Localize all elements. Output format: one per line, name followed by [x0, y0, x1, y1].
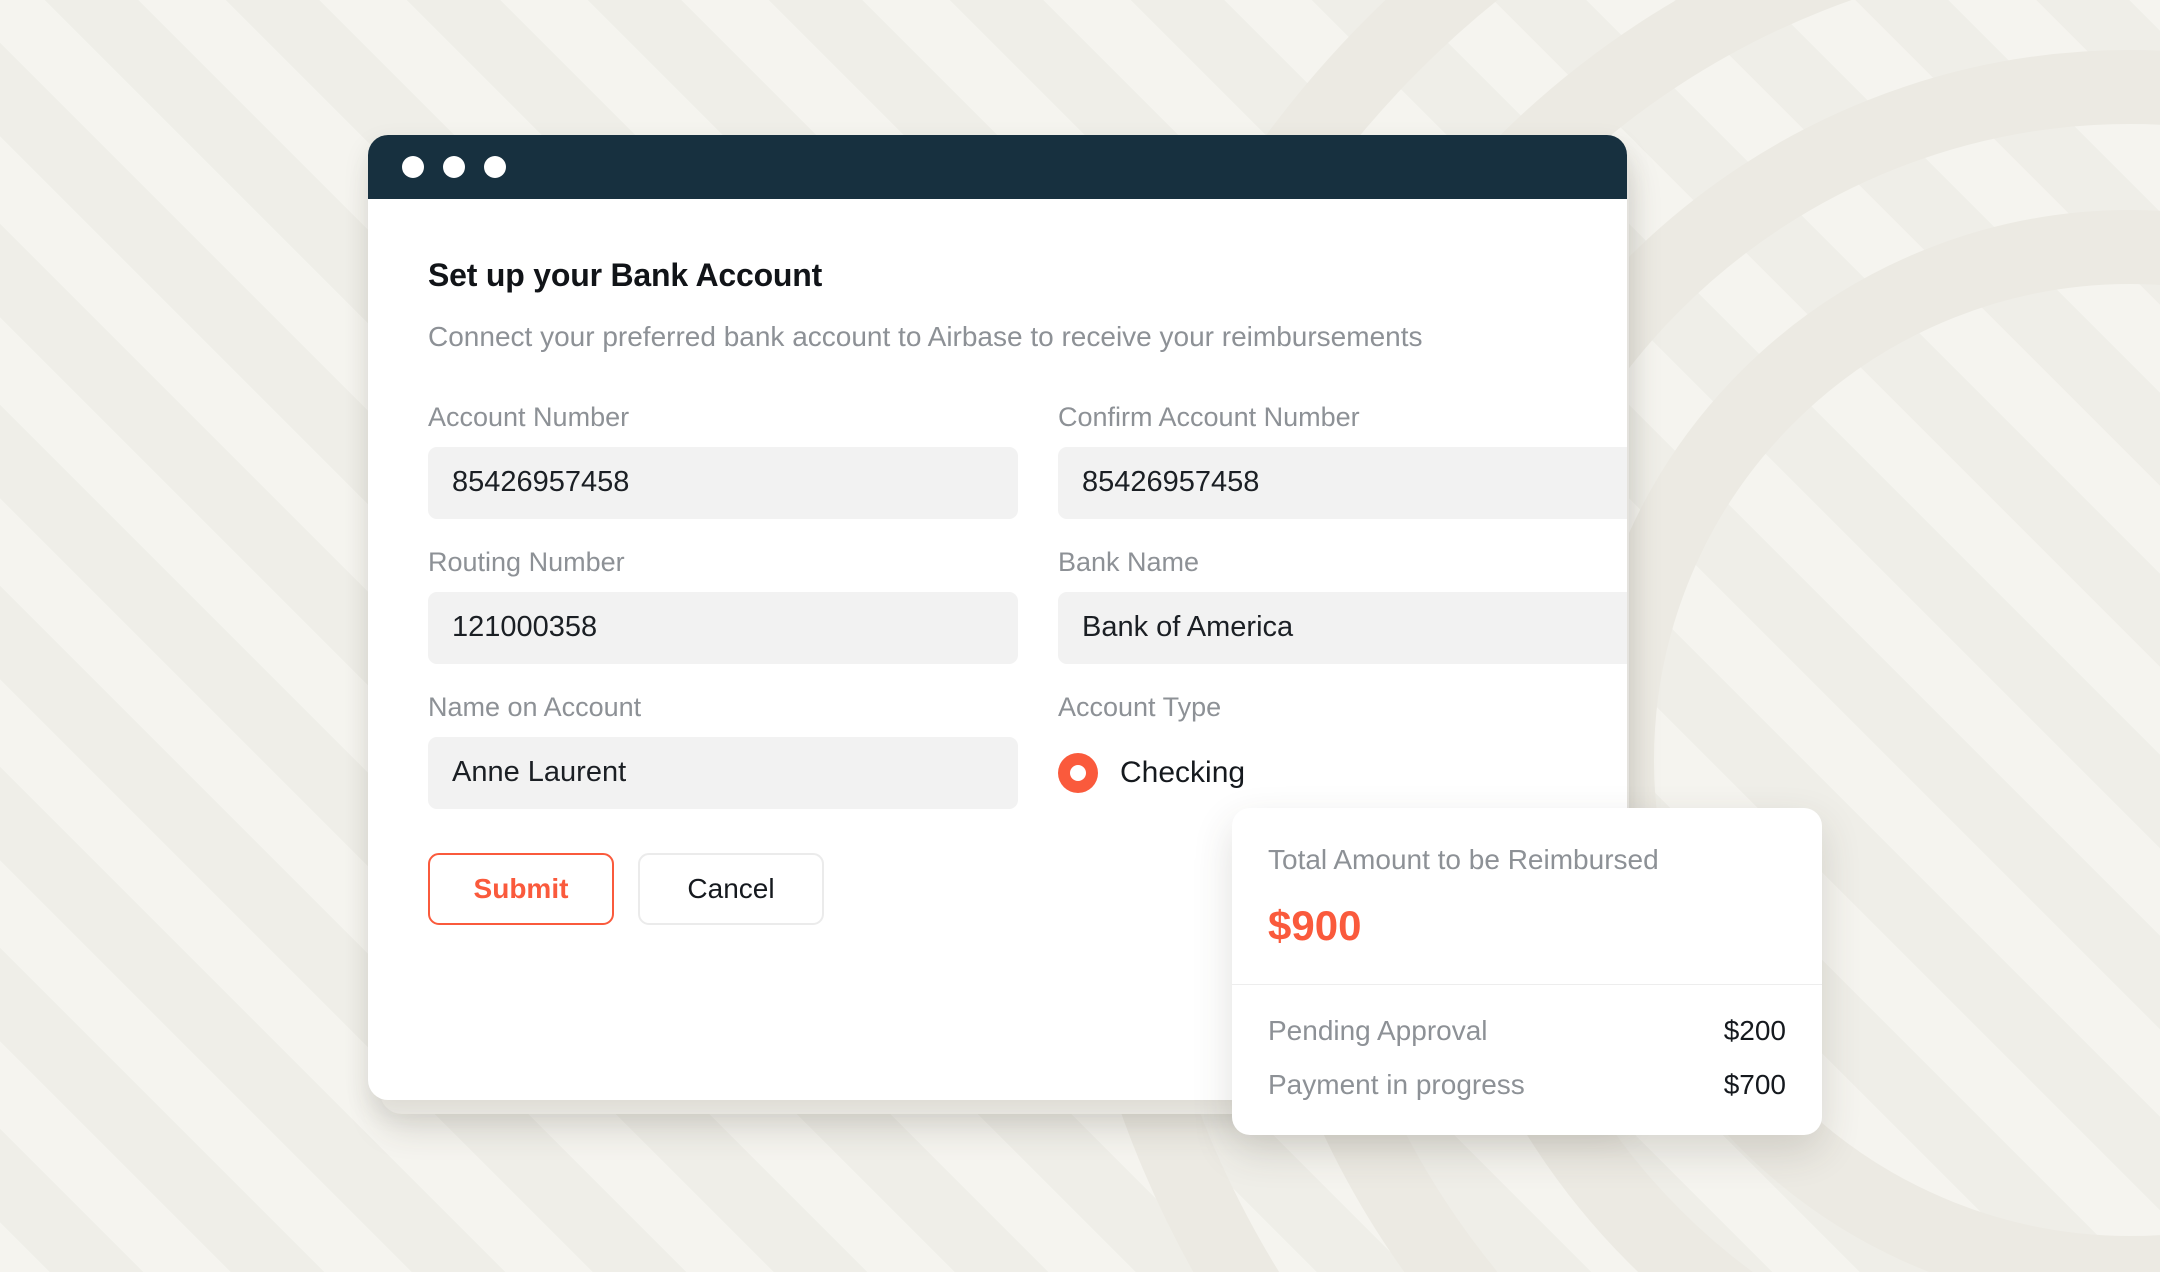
- window-titlebar: [368, 135, 1627, 199]
- pending-approval-value: $200: [1723, 1015, 1786, 1046]
- confirm-account-number-input[interactable]: [1058, 446, 1627, 519]
- radio-selected-icon[interactable]: [1058, 752, 1098, 793]
- reimbursement-caption: Total Amount to be Reimbursed: [1268, 844, 1659, 875]
- field-routing-number: Routing Number: [428, 547, 1018, 664]
- account-type-label: Account Type: [1058, 691, 1222, 722]
- payment-in-progress-value: $700: [1723, 1069, 1786, 1100]
- account-number-label: Account Number: [428, 401, 630, 432]
- reimbursement-breakdown: Pending Approval $200 Payment in progres…: [1232, 985, 1822, 1135]
- field-account-number: Account Number: [428, 402, 1018, 519]
- field-bank-name: Bank Name: [1058, 547, 1627, 664]
- page-subtitle: Connect your preferred bank account to A…: [428, 321, 1423, 352]
- reimbursement-summary-card: Total Amount to be Reimbursed $900 Pendi…: [1232, 808, 1822, 1135]
- pending-approval-label: Pending Approval: [1268, 1015, 1488, 1046]
- name-on-account-label: Name on Account: [428, 691, 642, 722]
- breakdown-row-pending-approval: Pending Approval $200: [1268, 1015, 1786, 1047]
- routing-number-label: Routing Number: [428, 546, 625, 577]
- field-account-type: Account Type Checking: [1058, 692, 1627, 809]
- field-confirm-account-number: Confirm Account Number: [1058, 402, 1627, 519]
- bank-name-input[interactable]: [1058, 591, 1627, 664]
- name-on-account-input[interactable]: [428, 736, 1018, 809]
- account-type-radio-group[interactable]: Checking: [1058, 737, 1627, 809]
- account-number-input[interactable]: [428, 446, 1018, 519]
- radio-inner-dot: [1070, 764, 1086, 781]
- cancel-button[interactable]: Cancel: [638, 852, 824, 925]
- breakdown-row-payment-in-progress: Payment in progress $700: [1268, 1069, 1786, 1101]
- reimbursement-total-amount: $900: [1268, 902, 1362, 949]
- minimize-dot-icon[interactable]: [443, 156, 465, 178]
- maximize-dot-icon[interactable]: [484, 156, 506, 178]
- submit-button[interactable]: Submit: [428, 852, 614, 925]
- bank-name-label: Bank Name: [1058, 546, 1200, 577]
- close-dot-icon[interactable]: [402, 156, 424, 178]
- field-name-on-account: Name on Account: [428, 692, 1018, 809]
- page-title: Set up your Bank Account: [428, 257, 823, 293]
- bank-account-form: Account Number Confirm Account Number Ro…: [428, 402, 1627, 809]
- reimbursement-card-header: Total Amount to be Reimbursed $900: [1232, 808, 1822, 984]
- routing-number-input[interactable]: [428, 591, 1018, 664]
- payment-in-progress-label: Payment in progress: [1268, 1069, 1525, 1100]
- confirm-account-number-label: Confirm Account Number: [1058, 401, 1360, 432]
- account-type-checking-label: Checking: [1120, 755, 1246, 789]
